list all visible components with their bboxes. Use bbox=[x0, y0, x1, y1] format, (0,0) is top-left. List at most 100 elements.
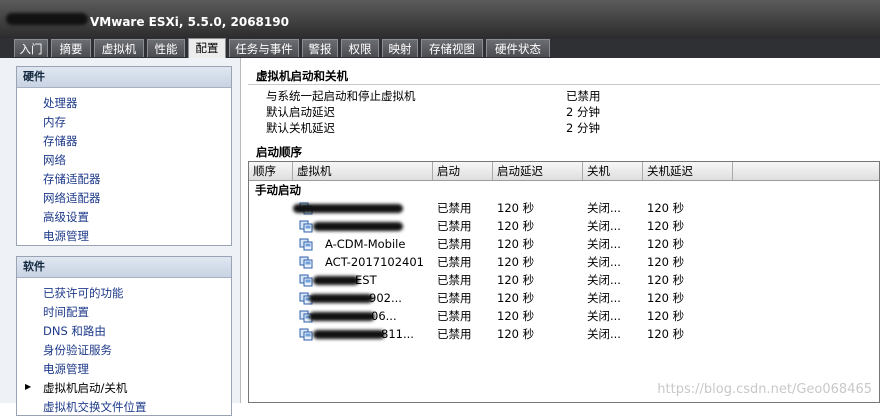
sidebar-item-storage-adapters[interactable]: 存储适配器 bbox=[43, 171, 101, 187]
tab-performance[interactable]: 性能 bbox=[147, 39, 185, 57]
virtual-machine-icon bbox=[299, 255, 313, 269]
startup-order-table: 顺序 虚拟机 启动 启动延迟 关机 关机延迟 手动启动 已禁用 120 秒关闭..… bbox=[248, 161, 880, 403]
sidebar-item-storage[interactable]: 存储器 bbox=[43, 133, 78, 149]
cell-vm-name: 06... bbox=[371, 309, 397, 323]
cell-startup-delay: 120 秒 bbox=[497, 309, 535, 323]
redacted-hostname bbox=[6, 13, 88, 25]
hardware-panel-title: 硬件 bbox=[17, 67, 231, 88]
tab-configuration[interactable]: 配置 bbox=[188, 38, 226, 58]
tab-permissions[interactable]: 权限 bbox=[341, 39, 379, 57]
redacted-vm-name bbox=[293, 204, 403, 213]
col-vm[interactable]: 虚拟机 bbox=[293, 162, 433, 180]
virtual-machine-icon bbox=[299, 327, 313, 341]
tab-virtual-machines[interactable]: 虚拟机 bbox=[94, 39, 144, 57]
cell-startup-delay: 120 秒 bbox=[497, 237, 535, 251]
redacted-vm-name bbox=[309, 312, 375, 321]
virtual-machine-icon bbox=[299, 273, 313, 287]
setting-value-start-delay: 2 分钟 bbox=[566, 105, 600, 119]
redacted-vm-name bbox=[313, 276, 359, 285]
cell-shutdown-delay: 120 秒 bbox=[647, 237, 685, 251]
triangle-right-icon: ▶ bbox=[25, 382, 32, 391]
virtual-machine-icon bbox=[299, 237, 313, 251]
software-panel-title: 软件 bbox=[17, 257, 231, 278]
section-title: 虚拟机启动和关机 bbox=[256, 69, 348, 83]
sidebar-item-network-adapters[interactable]: 网络适配器 bbox=[43, 190, 101, 206]
cell-startup-delay: 120 秒 bbox=[497, 201, 535, 215]
startup-order-title: 启动顺序 bbox=[256, 145, 302, 159]
col-shutdown[interactable]: 关机 bbox=[583, 162, 643, 180]
window-titlebar: VMware ESXi, 5.5.0, 2068190 bbox=[0, 0, 880, 38]
cell-shutdown: 关闭... bbox=[587, 255, 621, 269]
cell-startup: 已禁用 bbox=[437, 255, 472, 269]
cell-shutdown-delay: 120 秒 bbox=[647, 309, 685, 323]
sidebar-item-networking[interactable]: 网络 bbox=[43, 152, 66, 168]
divider bbox=[248, 84, 880, 85]
cell-startup-delay: 120 秒 bbox=[497, 255, 535, 269]
col-startup[interactable]: 启动 bbox=[433, 162, 493, 180]
window-title: VMware ESXi, 5.5.0, 2068190 bbox=[90, 15, 289, 29]
cell-startup: 已禁用 bbox=[437, 309, 472, 323]
tab-alarms[interactable]: 警报 bbox=[302, 39, 338, 57]
col-startup-delay[interactable]: 启动延迟 bbox=[493, 162, 583, 180]
table-header: 顺序 虚拟机 启动 启动延迟 关机 关机延迟 bbox=[249, 162, 879, 181]
cell-shutdown-delay: 120 秒 bbox=[647, 273, 685, 287]
col-shutdown-delay[interactable]: 关机延迟 bbox=[643, 162, 733, 180]
sidebar-item-power-management-sw[interactable]: 电源管理 bbox=[43, 361, 89, 377]
col-order[interactable]: 顺序 bbox=[249, 162, 293, 180]
table-row[interactable]: 已禁用 120 秒 关闭... 120 秒 bbox=[249, 199, 879, 217]
cell-vm-name: EST bbox=[355, 273, 377, 287]
cell-startup: 已禁用 bbox=[437, 201, 472, 215]
cell-shutdown: 关闭... bbox=[587, 201, 621, 215]
tab-hardware-status[interactable]: 硬件状态 bbox=[486, 39, 550, 57]
tab-storage-views[interactable]: 存储视图 bbox=[421, 39, 483, 57]
table-row[interactable]: 已禁用 120 秒 关闭... 120 秒 bbox=[249, 217, 879, 235]
cell-shutdown-delay: 120 秒 bbox=[647, 327, 685, 341]
cell-startup-delay: 120 秒 bbox=[497, 219, 535, 233]
cell-startup-delay: 120 秒 bbox=[497, 327, 535, 341]
table-row[interactable]: EST 已禁用 120 秒 关闭... 120 秒 bbox=[249, 271, 879, 289]
sidebar-item-vm-startup-shutdown[interactable]: 虚拟机启动/关机 bbox=[43, 380, 127, 396]
cell-startup: 已禁用 bbox=[437, 237, 472, 251]
redacted-vm-name bbox=[309, 294, 373, 303]
cell-shutdown: 关闭... bbox=[587, 327, 621, 341]
tab-strip: 入门 摘要 虚拟机 性能 配置 任务与事件 警报 权限 映射 存储视图 硬件状态 bbox=[0, 38, 880, 58]
cell-shutdown-delay: 120 秒 bbox=[647, 291, 685, 305]
cell-shutdown: 关闭... bbox=[587, 309, 621, 323]
tab-maps[interactable]: 映射 bbox=[382, 39, 418, 57]
cell-vm-name: 811... bbox=[381, 327, 414, 341]
cell-shutdown-delay: 120 秒 bbox=[647, 219, 685, 233]
table-row[interactable]: 902... 已禁用 120 秒 关闭... 120 秒 bbox=[249, 289, 879, 307]
sidebar-item-licensed-features[interactable]: 已获许可的功能 bbox=[43, 285, 124, 301]
cell-startup-delay: 120 秒 bbox=[497, 291, 535, 305]
table-row[interactable]: 06... 已禁用 120 秒 关闭... 120 秒 bbox=[249, 307, 879, 325]
setting-value-shutdown-delay: 2 分钟 bbox=[566, 121, 600, 135]
setting-value-autostart: 已禁用 bbox=[566, 89, 601, 103]
sidebar-item-vm-swapfile-location[interactable]: 虚拟机交换文件位置 bbox=[43, 399, 147, 415]
table-row[interactable]: A-CDM-Mobile 已禁用 120 秒 关闭... 120 秒 bbox=[249, 235, 879, 253]
sidebar-item-advanced-settings[interactable]: 高级设置 bbox=[43, 209, 89, 225]
table-row[interactable]: 811... 已禁用 120 秒 关闭... 120 秒 bbox=[249, 325, 879, 343]
sidebar-item-time-configuration[interactable]: 时间配置 bbox=[43, 304, 89, 320]
sidebar-item-processors[interactable]: 处理器 bbox=[43, 95, 78, 111]
software-panel: 软件 已获许可的功能 时间配置 DNS 和路由 身份验证服务 电源管理 ▶ 虚拟… bbox=[16, 256, 232, 416]
cell-startup-delay: 120 秒 bbox=[497, 273, 535, 287]
sidebar-item-dns-routing[interactable]: DNS 和路由 bbox=[43, 323, 106, 339]
redacted-vm-name bbox=[313, 330, 385, 339]
sidebar-item-memory[interactable]: 内存 bbox=[43, 114, 66, 130]
tab-summary[interactable]: 摘要 bbox=[51, 39, 91, 57]
content-area: 硬件 处理器 内存 存储器 网络 存储适配器 网络适配器 高级设置 电源管理 软… bbox=[0, 58, 880, 416]
main-panel: 虚拟机启动和关机 与系统一起启动和停止虚拟机 已禁用 默认启动延迟 2 分钟 默… bbox=[248, 58, 880, 403]
cell-vm-name: 902... bbox=[369, 291, 402, 305]
sidebar-item-power-management-hw[interactable]: 电源管理 bbox=[43, 228, 89, 244]
watermark: https://blog.csdn.net/Geo068465 bbox=[657, 382, 872, 397]
group-manual-startup: 手动启动 bbox=[255, 183, 301, 197]
hardware-panel: 硬件 处理器 内存 存储器 网络 存储适配器 网络适配器 高级设置 电源管理 bbox=[16, 66, 232, 246]
cell-startup: 已禁用 bbox=[437, 291, 472, 305]
cell-startup: 已禁用 bbox=[437, 219, 472, 233]
table-row[interactable]: ACT-2017102401 已禁用 120 秒 关闭... 120 秒 bbox=[249, 253, 879, 271]
sidebar: 硬件 处理器 内存 存储器 网络 存储适配器 网络适配器 高级设置 电源管理 软… bbox=[0, 58, 241, 416]
cell-vm-name: ACT-2017102401 bbox=[325, 255, 424, 269]
tab-getting-started[interactable]: 入门 bbox=[14, 39, 48, 57]
tab-tasks-events[interactable]: 任务与事件 bbox=[229, 39, 299, 57]
sidebar-item-authentication-services[interactable]: 身份验证服务 bbox=[43, 342, 112, 358]
